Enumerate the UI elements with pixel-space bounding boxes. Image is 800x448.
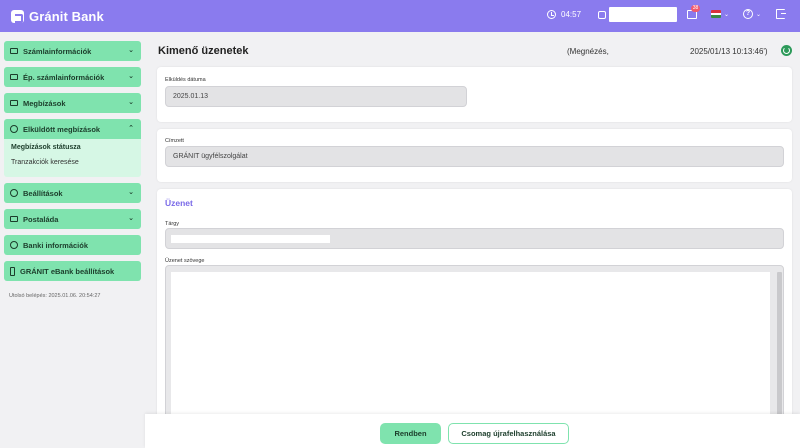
- subject-redacted: [171, 235, 330, 243]
- user-name-field[interactable]: [609, 7, 677, 22]
- sidebar: Számlainformációk ⌄ Ép. számlainformáció…: [4, 41, 141, 287]
- send-date-card: Elküldés dátuma 2025.01.13: [157, 67, 792, 122]
- recipient-label: Címzett: [165, 138, 184, 144]
- hungarian-flag-icon[interactable]: [711, 10, 721, 18]
- sidebar-item-orders[interactable]: Megbízások ⌄: [4, 93, 141, 113]
- mail-icon: [10, 216, 18, 222]
- subject-field[interactable]: [165, 228, 784, 249]
- submenu-item-order-status[interactable]: Megbízások státusza: [11, 144, 134, 151]
- top-bar: Gránit Bank 04:57 38 ⌄ ? ⌄: [0, 0, 800, 32]
- session-time: 04:57: [561, 10, 582, 19]
- logo-icon: [11, 9, 24, 23]
- ok-button[interactable]: Rendben: [380, 423, 441, 444]
- chevron-up-icon: ⌃: [128, 125, 134, 132]
- last-login-text: Utolsó belépés: 2025.01.06. 20:54:27: [9, 293, 101, 299]
- mail-count-badge: 38: [691, 5, 700, 12]
- session-timer: 04:57: [547, 10, 581, 19]
- sidebar-item-label: Megbízások: [23, 98, 66, 108]
- sent-orders-submenu: Megbízások státusza Tranzakciók keresése: [4, 139, 141, 177]
- subject-label: Tárgy: [165, 221, 180, 227]
- recipient-card: Címzett GRÁNIT ügyfélszolgálat: [157, 129, 792, 182]
- app-name: Gránit Bank: [29, 8, 104, 24]
- chevron-down-icon: ⌄: [128, 99, 134, 106]
- chevron-down-icon: ⌄: [128, 215, 134, 222]
- user-icon: [598, 11, 606, 19]
- sidebar-item-label: Elküldött megbízások: [23, 124, 101, 134]
- check-circle-icon: [10, 125, 18, 133]
- sidebar-item-accounts[interactable]: Számlainformációk ⌄: [4, 41, 141, 61]
- reuse-package-button[interactable]: Csomag újrafelhasználása: [448, 423, 569, 444]
- sidebar-item-label: Számlainformációk: [23, 46, 92, 56]
- info-icon: [10, 241, 18, 249]
- clock-icon: [547, 10, 556, 19]
- card-icon: [10, 100, 18, 106]
- question-icon[interactable]: ?: [743, 9, 753, 19]
- sidebar-item-label: Ép. számlainformációk: [23, 72, 105, 82]
- sidebar-item-label: Beállítások: [23, 188, 63, 198]
- gear-icon: [10, 189, 18, 197]
- chevron-down-icon[interactable]: ⌄: [756, 11, 761, 18]
- sidebar-item-sent-orders[interactable]: Elküldött megbízások ⌃: [4, 119, 141, 139]
- message-card: Üzenet Tárgy Üzenet szövege: [157, 189, 792, 420]
- recipient-field: GRÁNIT ügyfélszolgálat: [165, 146, 784, 167]
- chevron-down-icon: ⌄: [128, 73, 134, 80]
- message-section-title: Üzenet: [165, 198, 193, 208]
- message-body-field[interactable]: [165, 265, 784, 420]
- sidebar-item-settings[interactable]: Beállítások ⌄: [4, 183, 141, 203]
- chevron-down-icon: ⌄: [128, 189, 134, 196]
- scrollbar[interactable]: [777, 272, 782, 420]
- page-title: Kimenő üzenetek: [158, 45, 249, 57]
- sidebar-item-label: GRÁNIT eBank beállítások: [20, 266, 115, 276]
- sidebar-item-mailbox[interactable]: Postaláda ⌄: [4, 209, 141, 229]
- submenu-item-transaction-search[interactable]: Tranzakciók keresése: [11, 159, 134, 166]
- card-icon: [10, 74, 18, 80]
- card-icon: [10, 48, 18, 54]
- send-date-label: Elküldés dátuma: [165, 77, 206, 83]
- message-body-content: [171, 272, 770, 420]
- chevron-down-icon: ⌄: [128, 47, 134, 54]
- chevron-down-icon[interactable]: ⌄: [724, 11, 729, 18]
- logout-icon[interactable]: [776, 9, 786, 19]
- query-label: (Megnézés,: [567, 47, 609, 56]
- phone-icon: [10, 266, 15, 276]
- refresh-button[interactable]: [781, 45, 792, 56]
- sidebar-item-label: Postaláda: [23, 214, 59, 224]
- bank-logo[interactable]: Gránit Bank: [11, 9, 104, 24]
- send-date-field: 2025.01.13: [165, 86, 467, 107]
- sidebar-item-ebank-settings[interactable]: GRÁNIT eBank beállítások: [4, 261, 141, 281]
- message-body-label: Üzenet szövege: [165, 258, 205, 264]
- sidebar-item-savings-accounts[interactable]: Ép. számlainformációk ⌄: [4, 67, 141, 87]
- sidebar-item-bank-info[interactable]: Banki információk: [4, 235, 141, 255]
- query-timestamp: 2025/01/13 10:13:46'): [690, 47, 768, 56]
- sidebar-item-label: Banki információk: [23, 240, 89, 250]
